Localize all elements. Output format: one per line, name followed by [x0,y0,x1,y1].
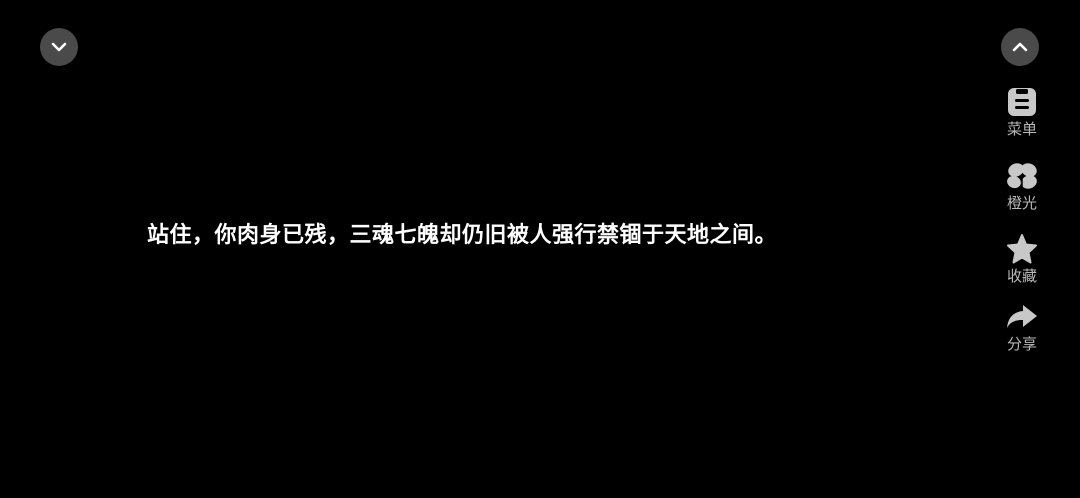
dialogue-text: 站住，你肉身已残，三魂七魄却仍旧被人强行禁锢于天地之间。 [147,222,778,248]
sidebar-item-label: 橙光 [1006,194,1037,212]
chevron-down-icon [51,42,67,52]
menu-icon [1005,86,1039,118]
game-screen[interactable]: 菜单 橙光 收藏 分享 站住，你肉身已残，三魂七魄却仍旧被人强行禁锢于天地之间。 [0,0,1080,498]
sidebar-item-label: 分享 [1006,335,1037,353]
sidebar-item-label: 菜单 [1006,120,1037,138]
expand-button[interactable] [1001,28,1039,66]
sidebar-item-menu[interactable]: 菜单 [998,86,1046,138]
share-icon [1005,301,1039,333]
sidebar-item-share[interactable]: 分享 [998,301,1046,353]
sidebar-item-light[interactable]: 橙光 [998,160,1046,212]
clover-icon [1005,160,1039,192]
sidebar-item-favorite[interactable]: 收藏 [998,233,1046,285]
star-icon [1005,233,1039,265]
chevron-up-icon [1012,42,1028,52]
sidebar-item-label: 收藏 [1006,267,1037,285]
collapse-button[interactable] [40,28,78,66]
